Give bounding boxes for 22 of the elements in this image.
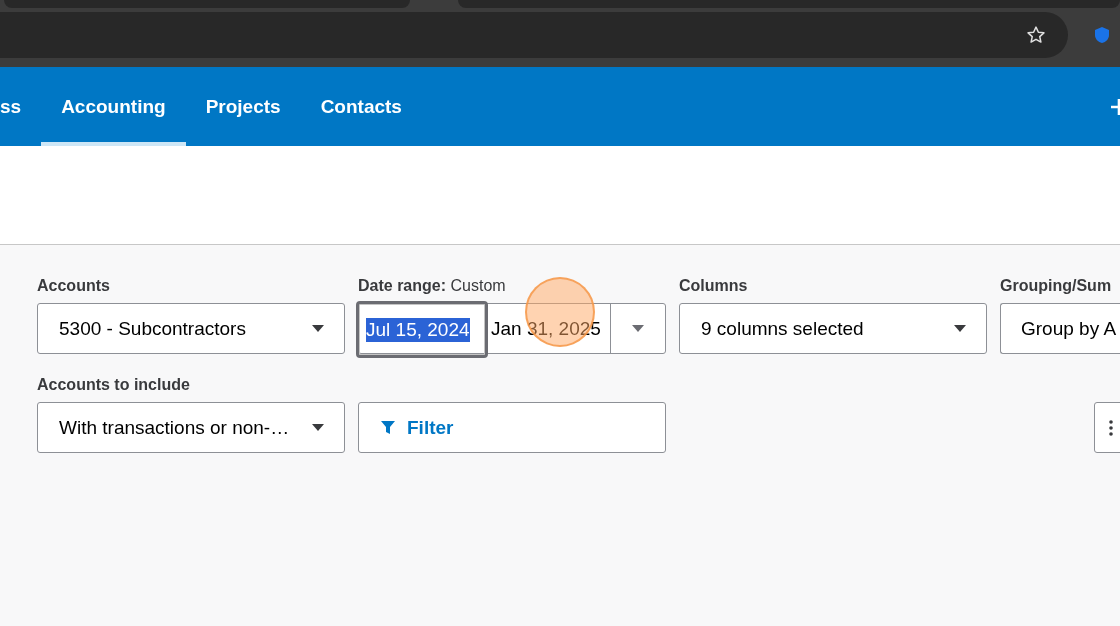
field-label: Accounts to include [37,376,191,394]
dropdown[interactable]: Group by A [1000,303,1120,354]
caret-icon [954,325,966,332]
field-label: Accounts [37,277,111,295]
star-icon[interactable] [1026,25,1046,45]
caret-icon [632,325,644,332]
field-label: Date range: Custom [358,277,507,295]
field-label: Columns [679,277,749,295]
dropdown[interactable]: 9 columns selected [679,303,987,354]
nav-tab[interactable]: ss [0,67,42,146]
nav-tab[interactable]: Contacts [300,67,422,146]
filter-button[interactable]: Filter [358,402,666,453]
caret-icon [312,424,324,431]
start-date-field[interactable]: Jul 15, 2024 [356,301,488,358]
field-label: Grouping/Sum [1000,277,1113,295]
dropdown[interactable]: With transactions or non-… [37,402,345,453]
more-icon [1109,419,1113,436]
dropdown[interactable]: 5300 - Subcontractors [37,303,345,354]
filter-icon [381,420,395,435]
shield-icon[interactable] [1092,25,1112,45]
nav-tab[interactable]: Projects [185,67,301,146]
caret-icon [312,325,324,332]
